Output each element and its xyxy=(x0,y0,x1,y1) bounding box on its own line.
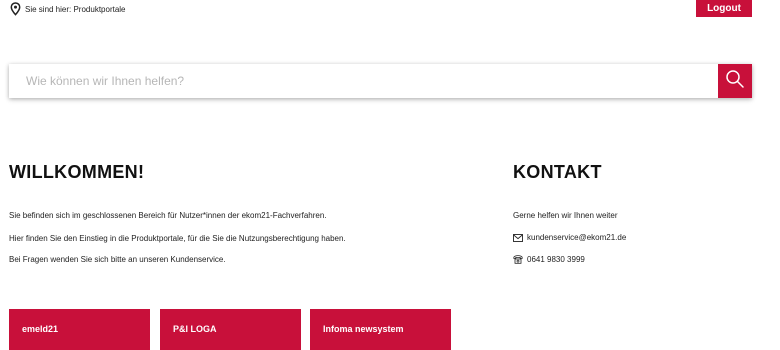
contact-phone-row: 0641 9830 3999 xyxy=(513,255,585,264)
tile-infoma-newsystem[interactable]: Infoma newsystem xyxy=(310,309,451,350)
search-button[interactable] xyxy=(718,64,752,98)
location-pin-icon xyxy=(10,2,21,16)
breadcrumb-text: Sie sind hier: Produktportale xyxy=(25,4,126,14)
tile-label: P&I LOGA xyxy=(173,324,217,334)
welcome-heading: WILLKOMMEN! xyxy=(9,162,145,182)
tile-label: emeld21 xyxy=(22,324,59,334)
welcome-line-3: Bei Fragen wenden Sie sich bitte an unse… xyxy=(9,255,226,264)
phone-icon xyxy=(513,255,523,264)
contact-email-row: kundenservice@ekom21.de xyxy=(513,233,626,242)
search-bar xyxy=(9,64,752,98)
tile-emeld21[interactable]: emeld21 xyxy=(9,309,150,350)
tile-pi-loga[interactable]: P&I LOGA xyxy=(160,309,301,350)
contact-email-link[interactable]: kundenservice@ekom21.de xyxy=(527,233,626,242)
contact-phone[interactable]: 0641 9830 3999 xyxy=(527,255,585,264)
welcome-line-1: Sie befinden sich im geschlossenen Berei… xyxy=(9,211,327,220)
logout-button[interactable]: Logout xyxy=(696,0,752,17)
search-icon xyxy=(725,69,745,94)
tile-label: Infoma newsystem xyxy=(323,324,404,334)
breadcrumb: Sie sind hier: Produktportale xyxy=(10,1,126,17)
search-input[interactable] xyxy=(9,64,718,98)
page: Sie sind hier: Produktportale Logout WIL… xyxy=(0,0,780,350)
welcome-line-2: Hier finden Sie den Einstieg in die Prod… xyxy=(9,234,346,243)
contact-intro: Gerne helfen wir Ihnen weiter xyxy=(513,211,618,220)
contact-heading: KONTAKT xyxy=(513,162,602,182)
envelope-icon xyxy=(513,233,523,242)
